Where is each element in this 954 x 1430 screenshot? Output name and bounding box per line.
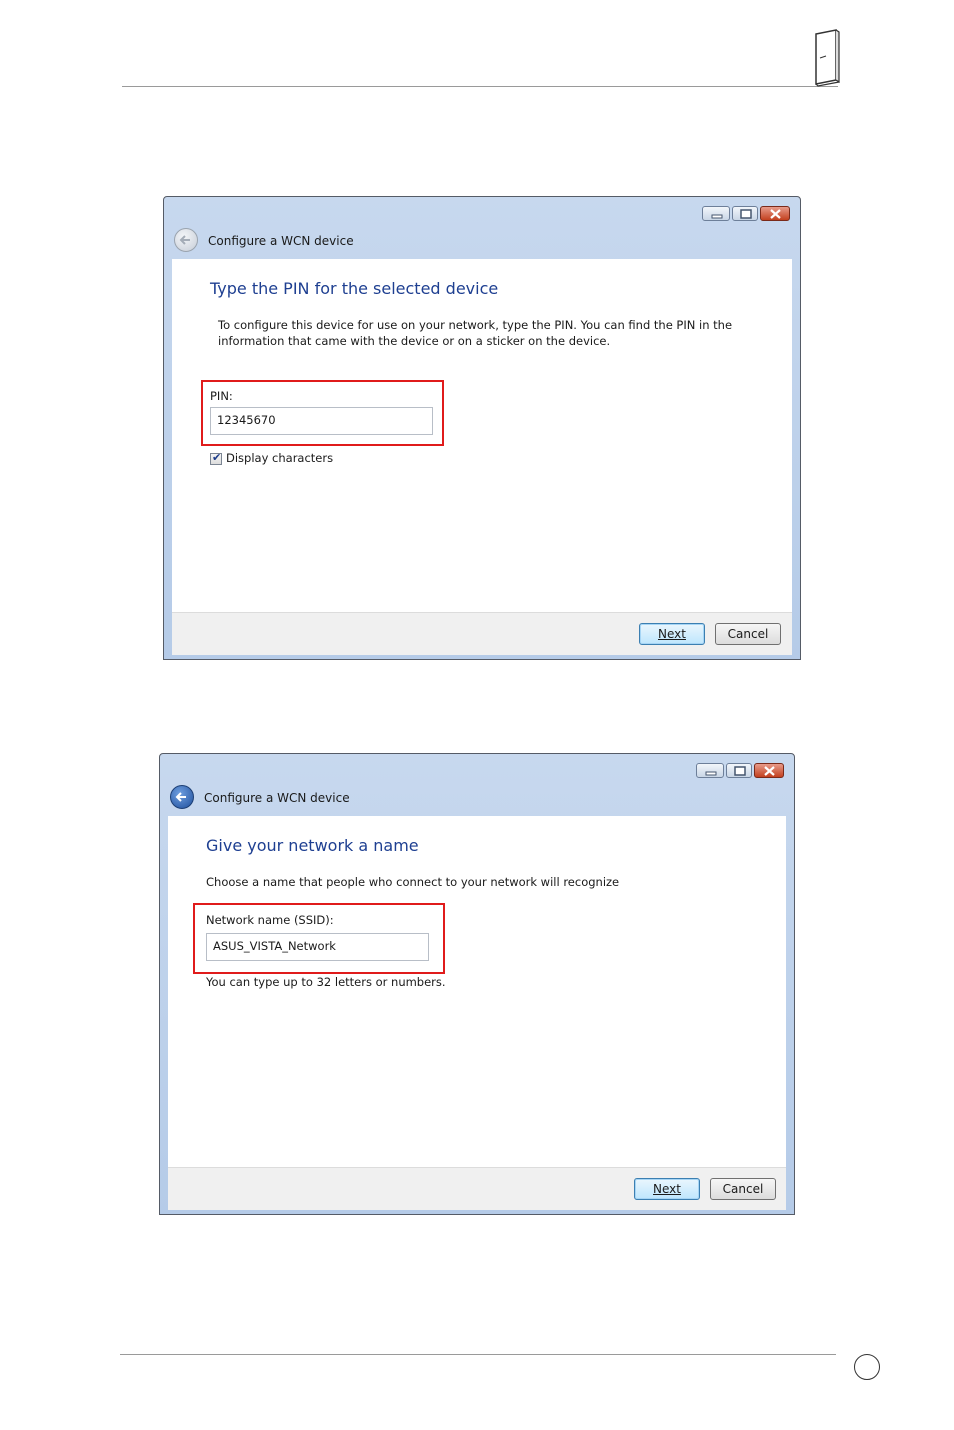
next-button[interactable]: Next <box>639 623 705 645</box>
cancel-button[interactable]: Cancel <box>710 1178 776 1200</box>
description-line-2: information that came with the device or… <box>218 334 611 348</box>
button-bar: Next Cancel <box>168 1167 786 1210</box>
close-button[interactable] <box>760 206 790 221</box>
ssid-hint: You can type up to 32 letters or numbers… <box>206 975 446 989</box>
content-pane: Give your network a name Choose a name t… <box>168 816 786 1167</box>
page-heading: Type the PIN for the selected device <box>210 279 499 298</box>
maximize-icon <box>740 209 752 219</box>
description: Choose a name that people who connect to… <box>206 875 620 889</box>
router-device-icon <box>815 29 840 87</box>
button-bar: Next Cancel <box>172 612 792 655</box>
display-characters-label[interactable]: Display characters <box>226 450 333 466</box>
cancel-button[interactable]: Cancel <box>715 623 781 645</box>
minimize-icon <box>711 214 723 219</box>
footer-rule <box>120 1354 836 1355</box>
maximize-icon <box>734 766 746 776</box>
content-pane: Type the PIN for the selected device To … <box>172 259 792 612</box>
header-rule <box>122 86 838 87</box>
ssid-input[interactable]: ASUS_VISTA_Network <box>206 933 429 961</box>
ssid-label: Network name (SSID): <box>206 913 334 927</box>
close-icon <box>764 766 775 776</box>
minimize-button[interactable] <box>696 763 724 778</box>
checkmark-icon: ✔ <box>212 451 222 464</box>
next-button[interactable]: Next <box>634 1178 700 1200</box>
description-line-1: To configure this device for use on your… <box>218 318 733 332</box>
maximize-button[interactable] <box>726 763 752 778</box>
page-number-circle <box>854 1354 880 1380</box>
minimize-button[interactable] <box>702 206 730 221</box>
dialog-title: Configure a WCN device <box>204 791 350 805</box>
pin-label: PIN: <box>210 389 233 403</box>
minimize-icon <box>705 771 717 776</box>
wcn-pin-dialog: Configure a WCN device Type the PIN for … <box>163 196 801 660</box>
back-arrow-icon <box>179 235 190 245</box>
dialog-title: Configure a WCN device <box>208 234 354 248</box>
caption-buttons <box>696 763 788 779</box>
maximize-button[interactable] <box>732 206 758 221</box>
pin-input[interactable]: 12345670 <box>210 407 433 435</box>
back-button[interactable] <box>170 785 194 809</box>
page-heading: Give your network a name <box>206 836 419 855</box>
wcn-network-name-dialog: Configure a WCN device Give your network… <box>159 753 795 1215</box>
close-icon <box>770 209 781 219</box>
back-arrow-icon <box>175 792 186 802</box>
caption-buttons <box>702 206 794 222</box>
close-button[interactable] <box>754 763 784 778</box>
back-button[interactable] <box>174 228 198 252</box>
display-characters-checkbox[interactable]: ✔ <box>210 451 222 465</box>
